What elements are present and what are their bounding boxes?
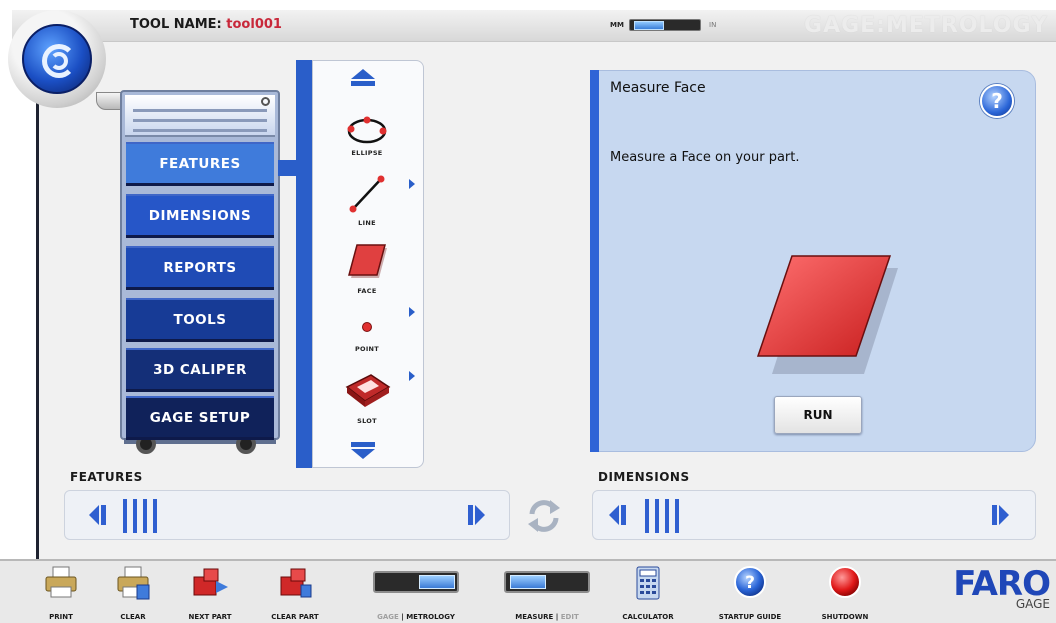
feature-line[interactable]: LINE <box>317 171 417 227</box>
calculator-label: CALCULATOR <box>622 613 674 621</box>
logo-swirl-icon <box>22 24 92 94</box>
cart-lid-knob-icon <box>261 97 270 106</box>
detail-title: Measure Face <box>610 80 706 96</box>
app-logo-orb[interactable] <box>8 10 106 108</box>
features-section-label: FEATURES <box>70 470 143 484</box>
faro-logo: FARO GAGE <box>953 564 1051 611</box>
unit-toggle[interactable] <box>629 19 701 31</box>
tool-name: TOOL NAME: tool001 <box>130 17 282 32</box>
printer-icon <box>45 566 77 598</box>
clear-part-icon <box>280 568 312 598</box>
drawer-tools[interactable]: TOOLS <box>126 298 274 342</box>
cart-handle <box>96 92 122 110</box>
feature-line-label: LINE <box>358 219 376 227</box>
top-bar: TOOL NAME: tool001 MM IN GAGE:METROLOGY <box>12 10 1056 42</box>
dimensions-section-label: DIMENSIONS <box>598 470 690 484</box>
clear-label: CLEAR <box>120 613 146 621</box>
shutdown-icon <box>829 566 861 598</box>
run-button[interactable]: RUN <box>774 396 862 434</box>
ellipse-icon <box>347 116 387 144</box>
scroll-up-icon[interactable] <box>349 67 377 87</box>
slider-left-icon[interactable] <box>87 504 109 526</box>
calculator-button[interactable]: CALCULATOR <box>608 563 688 623</box>
unit-in-label: IN <box>709 21 717 29</box>
next-part-label: NEXT PART <box>188 613 232 621</box>
bottom-toolbar: PRINT CLEAR NEXT PART CLEAR PART GAGE | … <box>0 559 1056 623</box>
feature-face[interactable]: FACE <box>317 239 417 295</box>
line-icon <box>349 175 385 213</box>
clear-part-label: CLEAR PART <box>271 613 319 621</box>
feature-ellipse-label: ELLIPSE <box>351 149 383 157</box>
detail-panel-accent <box>590 70 599 452</box>
features-slider[interactable] <box>64 490 510 540</box>
shutdown-button[interactable]: SHUTDOWN <box>806 563 884 623</box>
gage-metrology-toggle[interactable]: GAGE | METROLOGY <box>356 563 476 623</box>
drawer-dimensions[interactable]: DIMENSIONS <box>126 194 274 238</box>
gage-metrology-label: GAGE | METROLOGY <box>377 613 455 621</box>
detail-description: Measure a Face on your part. <box>610 150 800 165</box>
tool-name-value: tool001 <box>226 17 282 32</box>
slider-right-icon[interactable] <box>989 504 1011 526</box>
scroll-down-icon[interactable] <box>349 441 377 461</box>
feature-slot[interactable]: SLOT <box>317 369 417 425</box>
cart-lid <box>125 95 275 137</box>
swap-icon[interactable] <box>522 496 566 536</box>
slider-left-icon[interactable] <box>607 504 629 526</box>
point-icon <box>362 322 372 332</box>
measure-edit-switch[interactable] <box>504 571 590 593</box>
measure-edit-label: MEASURE | EDIT <box>515 613 579 621</box>
measure-edit-toggle[interactable]: MEASURE | EDIT <box>494 563 600 623</box>
strip-connector <box>296 60 312 468</box>
startup-guide-button[interactable]: ? STARTUP GUIDE <box>700 563 800 623</box>
print-label: PRINT <box>49 613 73 621</box>
feature-point[interactable]: POINT <box>317 313 417 353</box>
unit-toggle-thumb[interactable] <box>634 21 664 30</box>
face-preview-icon <box>756 255 898 374</box>
feature-ellipse[interactable]: ELLIPSE <box>317 113 417 157</box>
next-part-icon <box>193 568 228 596</box>
print-button[interactable]: PRINT <box>38 563 84 623</box>
help-button[interactable]: ? <box>980 84 1014 118</box>
face-icon <box>348 244 387 278</box>
drawer-gage-setup[interactable]: GAGE SETUP <box>126 396 274 440</box>
slider-ticks[interactable] <box>123 499 157 533</box>
clear-printer-icon <box>117 566 150 600</box>
feature-slot-label: SLOT <box>357 417 377 425</box>
gage-metrology-switch[interactable] <box>373 571 459 593</box>
drawer-features[interactable]: FEATURES <box>126 142 274 186</box>
feature-point-label: POINT <box>354 345 380 353</box>
faro-wordmark: FARO <box>953 564 1051 604</box>
brand-title: GAGE:METROLOGY <box>804 13 1048 38</box>
question-icon: ? <box>734 566 766 598</box>
clear-button[interactable]: CLEAR <box>110 563 156 623</box>
tool-name-label: TOOL NAME: <box>130 17 222 32</box>
slider-right-icon[interactable] <box>465 504 487 526</box>
dimensions-slider[interactable] <box>592 490 1036 540</box>
calculator-icon <box>636 566 660 600</box>
slider-ticks[interactable] <box>645 499 679 533</box>
clear-part-button[interactable]: CLEAR PART <box>258 563 332 623</box>
next-part-button[interactable]: NEXT PART <box>178 563 242 623</box>
drawer-3d-caliper[interactable]: 3D CALIPER <box>126 348 274 392</box>
feature-face-label: FACE <box>357 287 377 295</box>
slot-icon <box>345 374 391 407</box>
drawer-reports[interactable]: REPORTS <box>126 246 274 290</box>
unit-mm-label: MM <box>610 21 624 29</box>
svg-text:?: ? <box>745 573 755 593</box>
feature-strip: ELLIPSE LINE FACE POINT SLOT <box>312 60 424 468</box>
shutdown-label: SHUTDOWN <box>821 613 869 621</box>
startup-guide-label: STARTUP GUIDE <box>718 613 782 621</box>
